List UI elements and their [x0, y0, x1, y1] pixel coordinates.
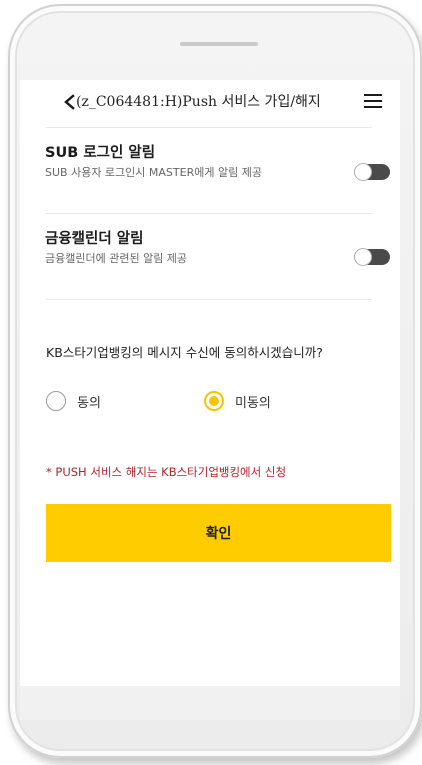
toggle-knob [354, 163, 372, 181]
app-screen: (z_C064481:H)Push 서비스 가입/해지 SUB 로그인 알림 S… [20, 80, 400, 686]
setting-description: SUB 사용자 로그인시 MASTER에게 알림 제공 [45, 166, 262, 179]
screen-bottom-area [20, 686, 400, 720]
page-title: (z_C064481:H)Push 서비스 가입/해지 [76, 94, 321, 110]
radio-disagree[interactable]: 미동의 [204, 391, 271, 411]
confirm-button[interactable]: 확인 [46, 504, 391, 562]
consent-question: KB스타기업뱅킹의 메시지 수신에 동의하시겠습니까? [46, 345, 323, 360]
radio-button-checked[interactable] [204, 391, 224, 411]
radio-agree[interactable]: 동의 [46, 391, 101, 411]
finance-calendar-toggle[interactable] [354, 248, 390, 266]
setting-title: SUB 로그인 알림 [45, 145, 156, 161]
row-divider [46, 213, 372, 214]
header-divider [46, 127, 372, 128]
setting-description: 금융캘린더에 관련된 알림 제공 [45, 252, 188, 265]
push-cancel-notice: * PUSH 서비스 해지는 KB스타기업뱅킹에서 신청 [46, 465, 287, 479]
toggle-knob [354, 248, 372, 266]
radio-label: 동의 [77, 395, 101, 411]
phone-speaker [180, 42, 258, 46]
setting-title: 금융캘린더 알림 [45, 231, 144, 247]
radio-label: 미동의 [235, 395, 271, 411]
radio-button-unchecked[interactable] [46, 391, 66, 411]
radio-dot [209, 396, 219, 406]
row-divider [46, 299, 372, 300]
hamburger-menu-icon[interactable] [364, 94, 382, 108]
sub-login-toggle[interactable] [354, 163, 390, 181]
header-bar: (z_C064481:H)Push 서비스 가입/해지 [20, 80, 400, 126]
